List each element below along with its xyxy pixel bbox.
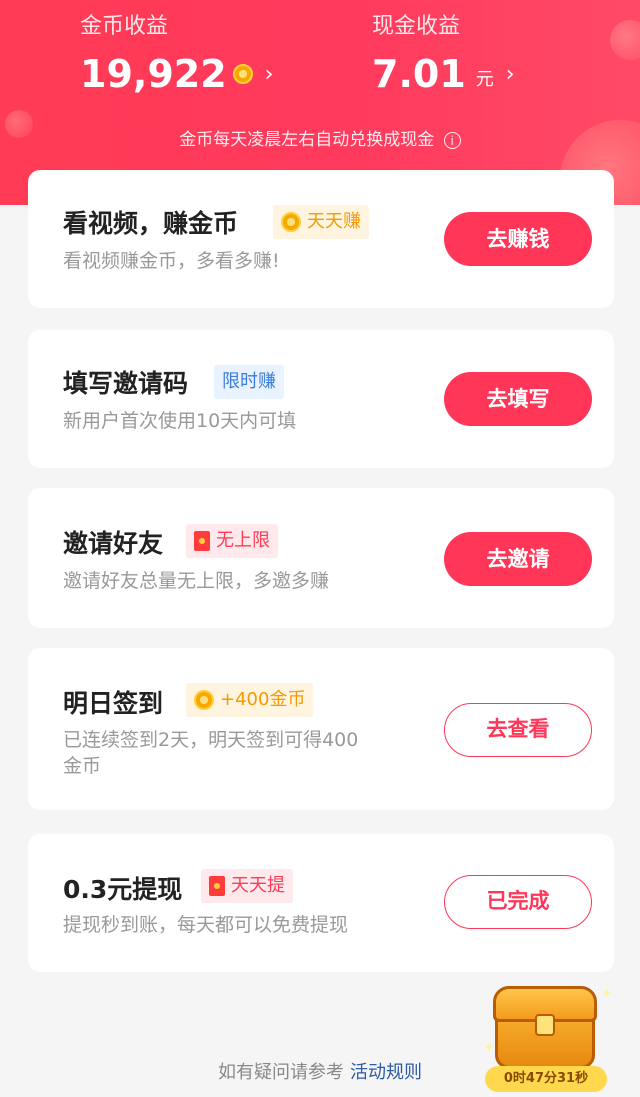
task-desc: 新用户首次使用10天内可填 bbox=[63, 410, 297, 432]
task-desc: 提现秒到账，每天都可以免费提现 bbox=[63, 914, 349, 936]
lock-icon bbox=[535, 1014, 555, 1036]
task-title: 0.3元提现 bbox=[63, 875, 183, 904]
footer-text: 如有疑问请参考 bbox=[218, 1062, 344, 1083]
task-desc: 邀请好友总量无上限，多邀多赚 bbox=[63, 570, 330, 592]
chevron-right-icon: › bbox=[264, 61, 274, 87]
task-tag-label: 天天提 bbox=[231, 875, 285, 896]
task-tag-label: 无上限 bbox=[216, 530, 270, 551]
chevron-right-icon: › bbox=[505, 61, 515, 87]
sparkle-icon: ✦ bbox=[483, 1040, 495, 1056]
task-tag: 天天提 bbox=[201, 869, 293, 903]
exchange-notice: 金币每天凌晨左右自动兑换成现金 i bbox=[0, 125, 640, 150]
red-packet-icon bbox=[209, 876, 225, 896]
treasure-chest[interactable]: ✦ ✦ 0时47分31秒 bbox=[483, 982, 615, 1092]
task-tag: 无上限 bbox=[186, 524, 278, 558]
task-card-invite-friends: 邀请好友 无上限 邀请好友总量无上限，多邀多赚 去邀请 bbox=[28, 488, 614, 628]
task-card-checkin: 明日签到 +400金币 已连续签到2天，明天签到可得400 金币 去查看 bbox=[28, 648, 614, 810]
cash-earnings-label: 现金收益 bbox=[372, 14, 461, 39]
cash-earnings[interactable]: 现金收益 7.01 元 › bbox=[372, 8, 515, 96]
task-title: 填写邀请码 bbox=[63, 369, 189, 398]
task-card-invite-code: 填写邀请码 限时赚 新用户首次使用10天内可填 去填写 bbox=[28, 330, 614, 468]
sparkle-icon: ✦ bbox=[601, 986, 613, 1002]
coin-icon bbox=[194, 690, 214, 710]
cash-earnings-value: 7.01 bbox=[372, 52, 466, 96]
task-title: 看视频，赚金币 bbox=[63, 209, 239, 238]
task-tag-label: 限时赚 bbox=[222, 371, 276, 392]
chest-countdown: 0时47分31秒 bbox=[485, 1066, 607, 1092]
task-desc-line1: 已连续签到2天，明天签到可得400 bbox=[63, 729, 359, 751]
task-card-watch-video: 看视频，赚金币 天天赚 看视频赚金币，多看多赚! 去赚钱 bbox=[28, 170, 614, 308]
coin-earnings-label: 金币收益 bbox=[80, 14, 169, 39]
earn-button[interactable]: 去赚钱 bbox=[444, 212, 592, 266]
red-packet-icon bbox=[194, 531, 210, 551]
task-tag: 限时赚 bbox=[214, 365, 284, 399]
task-card-withdraw: 0.3元提现 天天提 提现秒到账，每天都可以免费提现 已完成 bbox=[28, 834, 614, 972]
coin-earnings[interactable]: 金币收益 19,922 › bbox=[80, 8, 273, 96]
task-tag: +400金币 bbox=[186, 683, 314, 717]
coin-icon bbox=[232, 64, 253, 84]
invite-button[interactable]: 去邀请 bbox=[444, 532, 592, 586]
decor-coin bbox=[610, 20, 640, 60]
exchange-notice-text: 金币每天凌晨左右自动兑换成现金 bbox=[179, 130, 435, 150]
coin-earnings-value: 19,922 bbox=[80, 52, 227, 96]
task-tag-label: 天天赚 bbox=[307, 211, 361, 232]
task-title: 邀请好友 bbox=[63, 529, 164, 558]
completed-button[interactable]: 已完成 bbox=[444, 875, 592, 929]
coin-icon bbox=[281, 212, 301, 232]
task-title: 明日签到 bbox=[63, 689, 164, 718]
task-desc-line2: 金币 bbox=[63, 755, 102, 777]
task-desc: 看视频赚金币，多看多赚! bbox=[63, 250, 280, 272]
info-icon[interactable]: i bbox=[443, 131, 461, 149]
view-button[interactable]: 去查看 bbox=[444, 703, 592, 757]
task-tag: 天天赚 bbox=[273, 205, 369, 239]
task-tag-label: +400金币 bbox=[220, 689, 306, 710]
cash-unit: 元 bbox=[475, 69, 494, 90]
activity-rules-link[interactable]: 活动规则 bbox=[350, 1062, 422, 1083]
fill-code-button[interactable]: 去填写 bbox=[444, 372, 592, 426]
